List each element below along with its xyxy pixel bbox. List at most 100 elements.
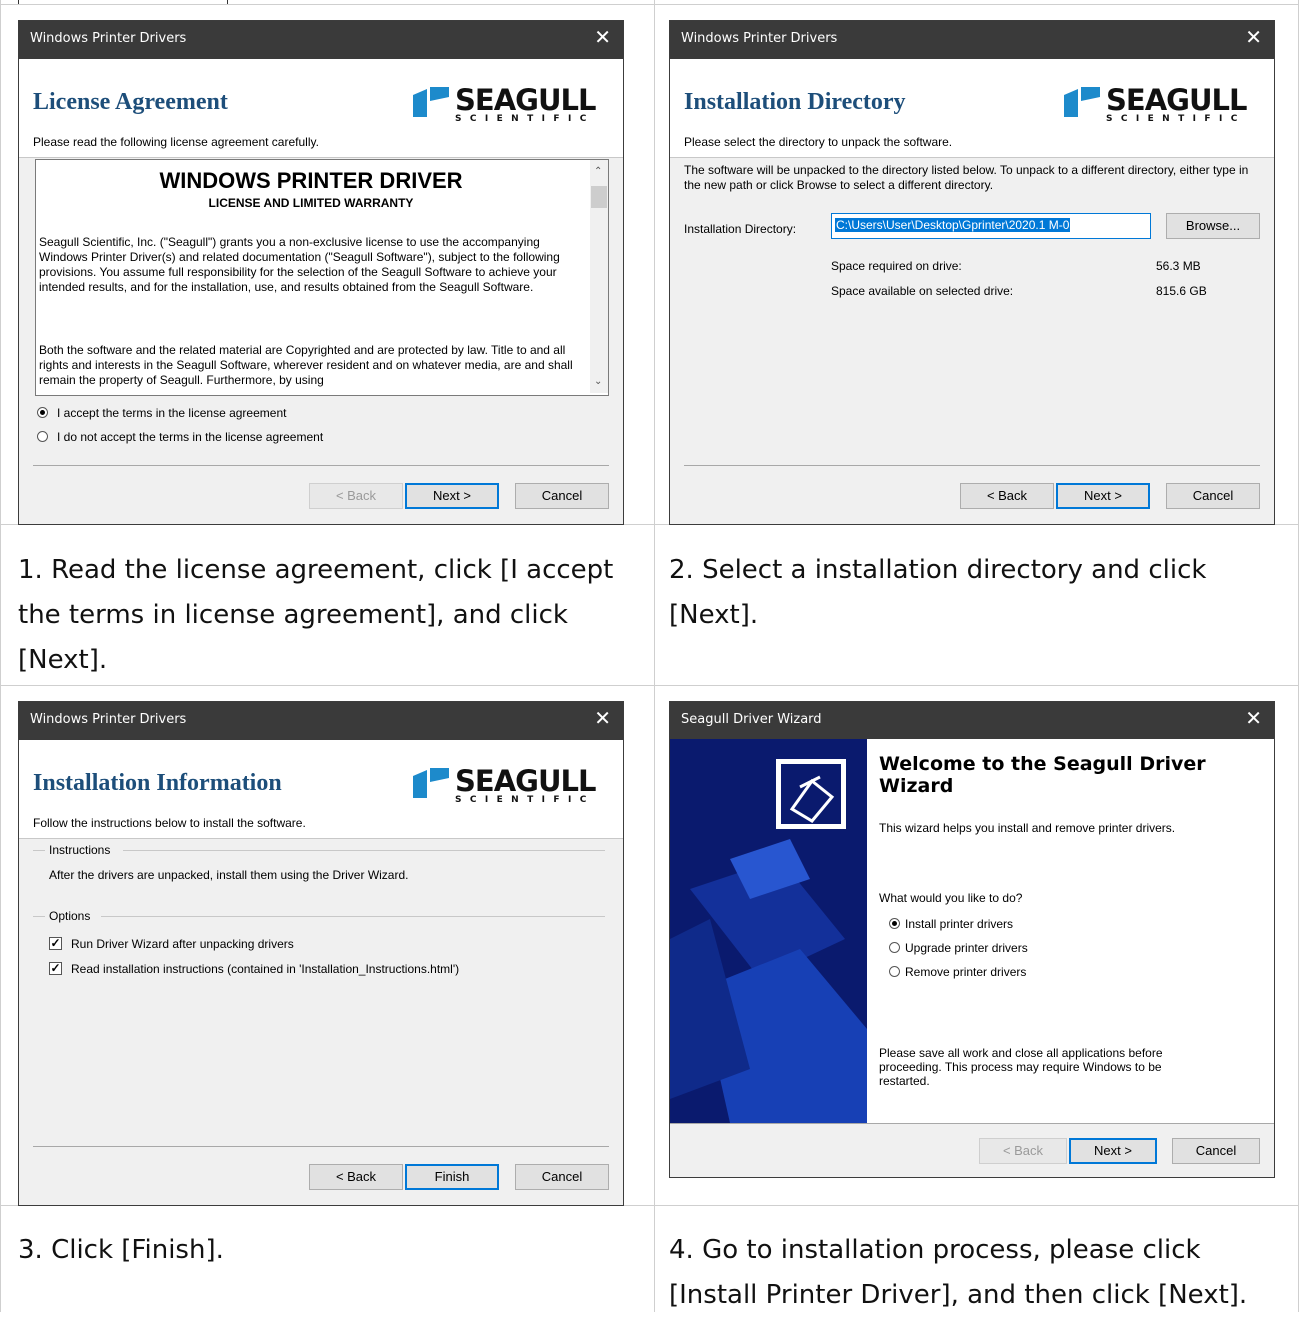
wizard-question: What would you like to do? [879,891,1023,905]
finish-button[interactable]: Finish [405,1164,499,1190]
driver-wizard-dialog: Seagull Driver Wizard ✕ Welcome to the S… [669,701,1275,1178]
seagull-logo-mark-icon [413,768,449,798]
page-title: Installation Directory [684,89,906,115]
step-caption: 4. Go to installation process, please cl… [669,1235,1248,1310]
seagull-logo-mark-icon [413,87,449,117]
license-paragraph: Both the software and the related materi… [39,343,573,387]
scroll-thumb[interactable] [591,186,607,208]
wizard-side-panel [670,739,867,1123]
window-title: Windows Printer Drivers [30,31,187,46]
wizard-content: Welcome to the Seagull Driver Wizard Thi… [867,739,1274,1123]
group-line [33,850,45,851]
remove-drivers-label[interactable]: Remove printer drivers [905,965,1026,979]
window-title: Seagull Driver Wizard [681,712,822,727]
install-drivers-label[interactable]: Install printer drivers [905,917,1013,931]
directory-dialog: Windows Printer Drivers ✕ Installation D… [669,20,1275,525]
cancel-button[interactable]: Cancel [1172,1138,1260,1164]
run-wizard-checkbox[interactable]: ✓ [49,937,62,950]
close-icon[interactable]: ✕ [594,708,611,730]
wizard-note: Please save all work and close all appli… [879,1046,1163,1088]
directory-input-value: C:\Users\User\Desktop\Gprinter\2020.1 M-… [835,218,1071,232]
wizard-intro: This wizard helps you install and remove… [879,821,1176,835]
read-instructions-checkbox[interactable]: ✓ [49,962,62,975]
dialog-header: Installation Information Follow the inst… [19,740,623,839]
step-caption: 2. Select a installation directory and c… [669,555,1207,630]
options-group-label: Options [49,909,91,923]
next-button[interactable]: Next > [1069,1138,1157,1164]
back-button[interactable]: < Back [979,1138,1067,1164]
next-button[interactable]: Next > [405,483,499,509]
logo-sub: SCIENTIFIC [1106,114,1246,124]
separator [33,1146,609,1147]
grid-line [0,4,1299,5]
seagull-logo: SEAGULL SCIENTIFIC [413,83,613,129]
directory-input[interactable]: C:\Users\User\Desktop\Gprinter\2020.1 M-… [831,213,1151,239]
logo-brand: SEAGULL [1106,83,1247,117]
accept-label[interactable]: I accept the terms in the license agreem… [57,406,286,420]
license-subtitle: LICENSE AND LIMITED WARRANTY [208,196,414,210]
seagull-logo: SEAGULL SCIENTIFIC [413,764,613,810]
close-icon[interactable]: ✕ [1245,708,1262,730]
title-bar: Windows Printer Drivers ✕ [19,702,623,740]
back-button[interactable]: < Back [309,1164,403,1190]
page-subtitle: Please read the following license agreem… [33,135,319,149]
title-bar: Seagull Driver Wizard ✕ [670,702,1274,739]
information-dialog: Windows Printer Drivers ✕ Installation I… [18,701,624,1206]
run-wizard-label[interactable]: Run Driver Wizard after unpacking driver… [71,937,294,951]
license-textbox[interactable]: WINDOWS PRINTER DRIVER LICENSE AND LIMIT… [35,159,609,396]
dialog-header: Installation Directory Please select the… [670,59,1274,158]
license-paragraph: Seagull Scientific, Inc. ("Seagull") gra… [39,235,560,294]
license-dialog: Windows Printer Drivers ✕ License Agreem… [18,20,624,525]
cancel-button[interactable]: Cancel [1166,483,1260,509]
printer-illustration-icon [670,759,867,1123]
window-title: Windows Printer Drivers [681,31,838,46]
space-available-label: Space available on selected drive: [831,284,1014,298]
space-available-value: 815.6 GB [1156,284,1207,298]
scroll-up-icon[interactable]: ⌃ [594,166,602,177]
space-required-label: Space required on drive: [831,259,962,273]
grid-line [0,685,1299,686]
logo-brand: SEAGULL [455,83,596,117]
grid-line [0,0,1,1312]
directory-description: The software will be unpacked to the dir… [684,163,1249,192]
separator [33,465,609,466]
seagull-logo: SEAGULL SCIENTIFIC [1064,83,1264,129]
logo-sub: SCIENTIFIC [455,114,595,124]
close-icon[interactable]: ✕ [1245,27,1262,49]
separator [670,1123,1274,1124]
cancel-button[interactable]: Cancel [515,1164,609,1190]
decline-label[interactable]: I do not accept the terms in the license… [57,430,323,444]
remove-drivers-radio[interactable] [889,966,900,977]
browse-button[interactable]: Browse... [1166,213,1260,239]
scrollbar[interactable]: ⌃ ⌄ [590,160,608,393]
next-button[interactable]: Next > [1056,483,1150,509]
directory-label: Installation Directory: [684,222,797,236]
license-title: WINDOWS PRINTER DRIVER [159,168,463,193]
group-line [33,916,45,917]
title-bar: Windows Printer Drivers ✕ [670,21,1274,59]
cancel-button[interactable]: Cancel [515,483,609,509]
install-drivers-radio[interactable] [889,918,900,929]
instructions-group-label: Instructions [49,843,111,857]
step-caption: 3. Click [Finish]. [18,1235,224,1265]
logo-sub: SCIENTIFIC [455,795,595,805]
close-icon[interactable]: ✕ [594,27,611,49]
page-subtitle: Follow the instructions below to install… [33,816,306,830]
separator [684,465,1260,466]
space-required-value: 56.3 MB [1156,259,1201,273]
upgrade-drivers-radio[interactable] [889,942,900,953]
dialog-header: License Agreement Please read the follow… [19,59,623,158]
window-title: Windows Printer Drivers [30,712,187,727]
decline-radio[interactable] [37,431,48,442]
logo-brand: SEAGULL [455,764,596,798]
scroll-down-icon[interactable]: ⌄ [594,376,602,387]
wizard-heading: Welcome to the Seagull Driver Wizard [879,753,1206,797]
back-button[interactable]: < Back [960,483,1054,509]
instructions-text: After the drivers are unpacked, install … [49,868,409,882]
group-line [123,850,605,851]
accept-radio[interactable] [37,407,48,418]
upgrade-drivers-label[interactable]: Upgrade printer drivers [905,941,1028,955]
group-line [101,916,605,917]
read-instructions-label[interactable]: Read installation instructions (containe… [71,962,459,976]
back-button[interactable]: < Back [309,483,403,509]
